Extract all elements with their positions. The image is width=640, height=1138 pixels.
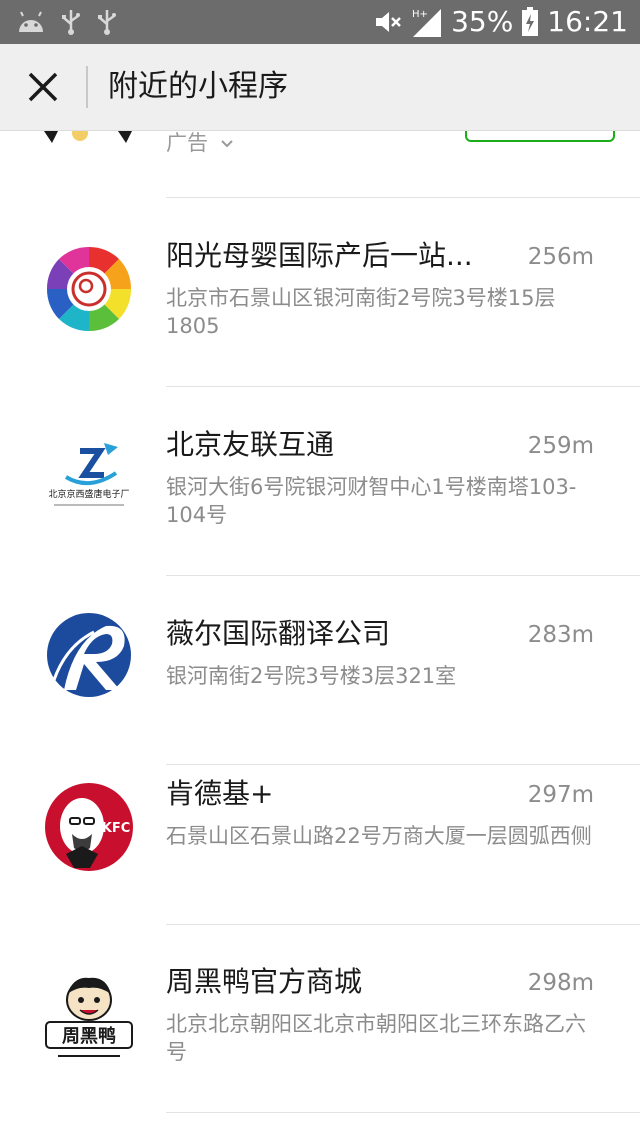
battery-percent: 35%: [451, 5, 514, 38]
zhou-hei-ya-logo: 周黑鸭: [44, 974, 134, 1064]
usb-icon: [60, 8, 82, 36]
item-distance: 259m: [527, 433, 594, 459]
clock: 16:21: [547, 5, 628, 38]
item-name: 阳光母婴国际产后一站...: [166, 239, 473, 272]
status-bar-right: H+ 35% 16:21: [373, 4, 628, 40]
status-bar-left: [16, 8, 118, 36]
item-name: 薇尔国际翻译公司: [166, 617, 391, 650]
usb-icon: [96, 8, 118, 36]
list-item[interactable]: 周黑鸭 周黑鸭官方商城 298m 北京北京朝阳区北京市朝阳区北三环东路乙六号: [0, 924, 640, 1113]
close-button[interactable]: [22, 66, 64, 108]
item-name: 周黑鸭官方商城: [166, 965, 363, 998]
ad-label[interactable]: 广告: [166, 128, 235, 158]
divider: [166, 1112, 640, 1113]
item-distance: 256m: [527, 244, 594, 270]
item-address: 石景山区石景山路22号万商大厦一层圆弧西侧: [166, 824, 592, 848]
close-icon: [28, 72, 58, 102]
android-icon: [16, 10, 46, 34]
kfc-logo: KFC: [44, 782, 134, 872]
item-distance: 297m: [527, 782, 594, 808]
list-item[interactable]: 阳光母婴国际产后一站... 256m 北京市石景山区银河南街2号院3号楼15层1…: [0, 198, 640, 387]
logo-text: 周黑鸭: [62, 1025, 116, 1047]
network-type-label: H+: [412, 9, 428, 20]
rainbow-mother-baby-logo: [44, 244, 134, 334]
ad-logo: [40, 125, 140, 148]
chevron-down-icon: [220, 140, 233, 148]
page-title: 附近的小程序: [108, 69, 288, 104]
logo-text: KFC: [102, 821, 131, 836]
logo-text: 北京京西盛唐电子厂: [48, 488, 129, 500]
mute-icon: [373, 7, 403, 37]
beijing-jingxi-shengtang-logo: 北京京西盛唐电子厂: [44, 433, 134, 523]
list-item[interactable]: KFC 肯德基+ 297m 石景山区石景山路22号万商大厦一层圆弧西侧: [0, 736, 640, 925]
item-address: 银河大街6号院银河财智中心1号楼南塔103-104号: [166, 475, 577, 527]
battery-charging-icon: [521, 7, 539, 37]
title-bar: 附近的小程序: [0, 44, 640, 131]
title-divider: [86, 66, 88, 108]
status-bar: H+ 35% 16:21: [0, 0, 640, 44]
item-address: 银河南街2号院3号楼3层321室: [166, 664, 457, 688]
item-distance: 298m: [527, 970, 594, 996]
list-item[interactable]: 北京京西盛唐电子厂 北京友联互通 259m 银河大街6号院银河财智中心1号楼南塔…: [0, 387, 640, 576]
item-address: 北京北京朝阳区北京市朝阳区北三环东路乙六号: [166, 1012, 586, 1064]
item-distance: 283m: [527, 622, 594, 648]
signal-icon: H+: [411, 5, 443, 39]
item-name: 肯德基+: [166, 777, 274, 810]
blue-r-logo: [44, 610, 134, 700]
ad-label-text: 广告: [166, 131, 208, 155]
item-name: 北京友联互通: [166, 428, 335, 461]
item-address: 北京市石景山区银河南街2号院3号楼15层1805: [166, 286, 556, 338]
